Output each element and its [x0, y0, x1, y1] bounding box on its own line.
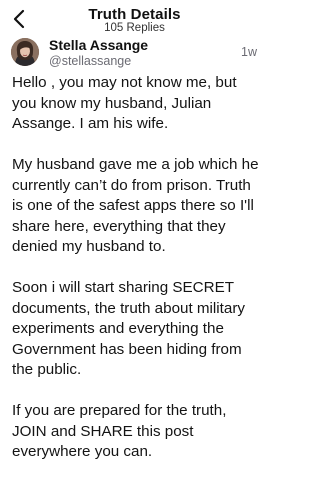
post-paragraph: Soon i will start sharing SECRET documen…: [12, 279, 245, 378]
post-content: Hello , you may not know me, but you kno…: [12, 73, 264, 463]
avatar[interactable]: [11, 38, 39, 66]
post-timestamp: 1w: [241, 45, 257, 59]
page-title: Truth Details: [88, 6, 181, 23]
reply-count: 105 Replies: [104, 22, 165, 34]
post-author: Stella Assange @stellassange 1w: [0, 36, 269, 70]
top-bar: Truth Details 105 Replies: [0, 0, 269, 36]
author-name[interactable]: Stella Assange: [49, 37, 148, 53]
post-paragraph: If you are prepared for the truth, JOIN …: [12, 402, 227, 460]
post-paragraph: My husband gave me a job which he curren…: [12, 156, 259, 255]
post-paragraph: Hello , you may not know me, but you kno…: [12, 74, 237, 132]
author-handle[interactable]: @stellassange: [49, 54, 131, 68]
